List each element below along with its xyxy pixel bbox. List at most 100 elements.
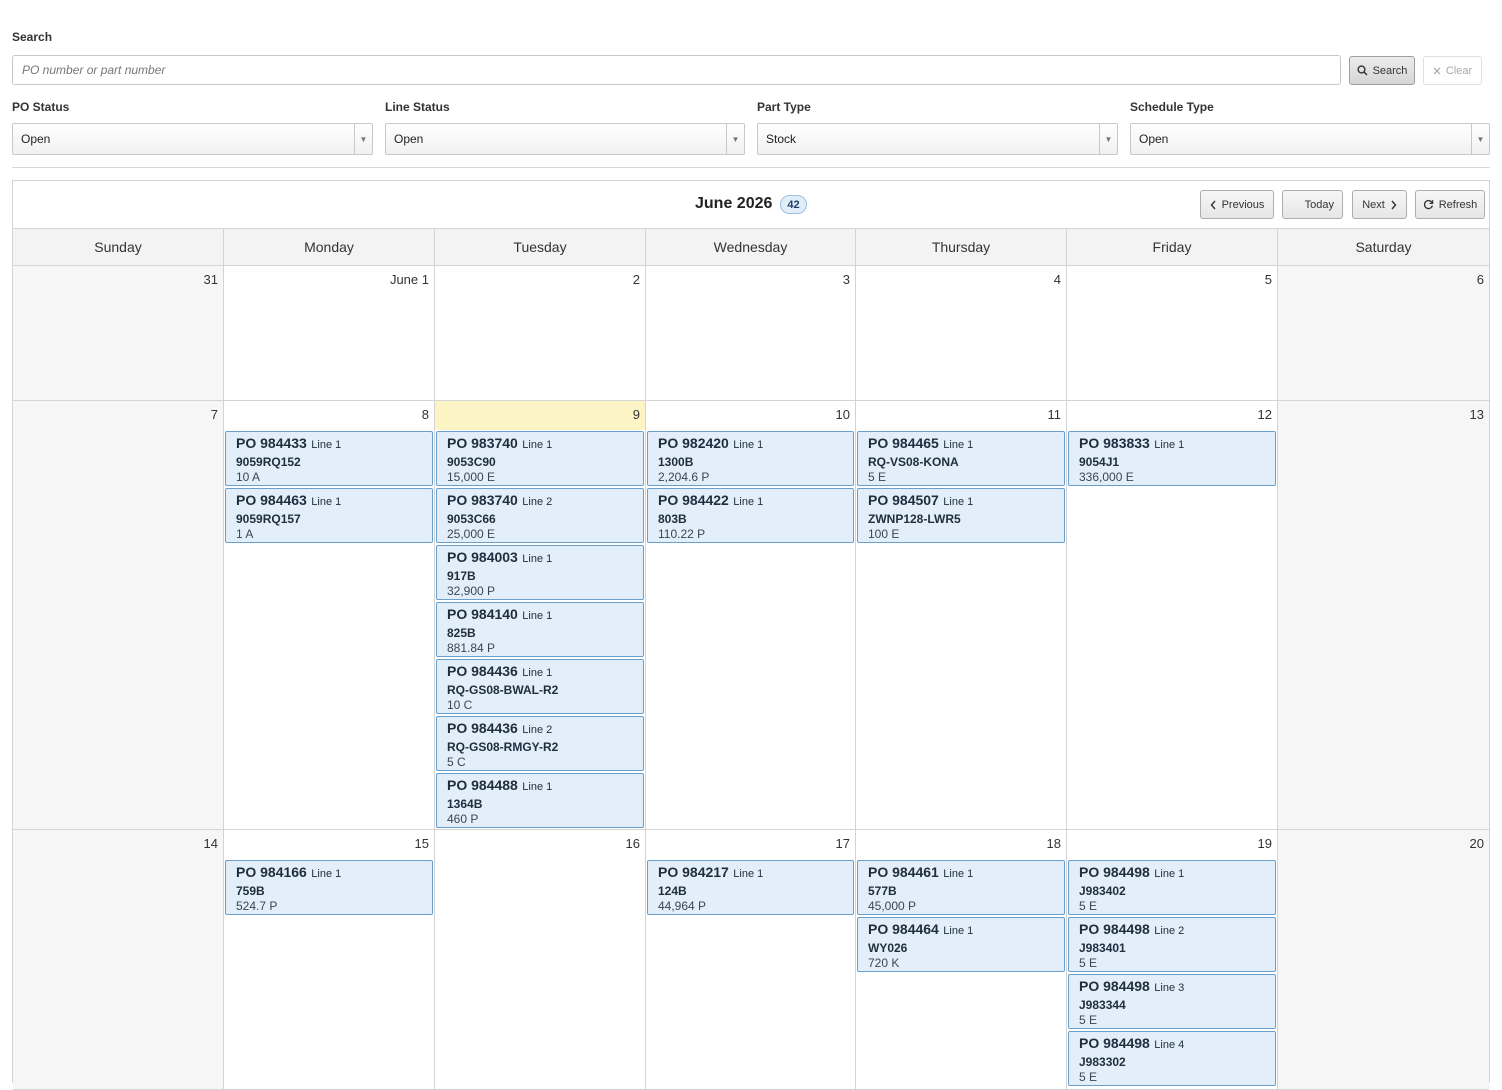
- po-event-card[interactable]: PO 982420 Line 1 1300B 2,204.6 P: [647, 431, 854, 486]
- po-status-select[interactable]: Open ▼: [12, 123, 373, 155]
- day-cell[interactable]: 18 PO 984461 Line 1 577B 45,000 P PO 984464 …: [856, 830, 1067, 1089]
- po-event-card[interactable]: PO 984465 Line 1 RQ-VS08-KONA 5 E: [857, 431, 1065, 486]
- day-number: 8: [421, 407, 429, 422]
- line-number: Line 1: [1154, 439, 1185, 451]
- quantity: 5 E: [868, 470, 887, 484]
- schedule-type-select[interactable]: Open ▼: [1130, 123, 1490, 155]
- day-cell[interactable]: 6: [1278, 266, 1489, 400]
- search-input[interactable]: [12, 55, 1341, 85]
- po-event-card[interactable]: PO 984498 Line 1 J983402 5 E: [1068, 860, 1276, 915]
- search-button[interactable]: Search: [1349, 56, 1415, 85]
- po-number: PO 984436: [447, 663, 518, 679]
- quantity: 5 E: [1079, 1013, 1098, 1027]
- quantity: 15,000 E: [447, 470, 496, 484]
- po-event-card[interactable]: PO 984498 Line 2 J983401 5 E: [1068, 917, 1276, 972]
- po-number: PO 984003: [447, 549, 518, 565]
- event-title-row: PO 982420 Line 1: [658, 435, 843, 454]
- po-event-card[interactable]: PO 984488 Line 1 1364B 460 P: [436, 773, 644, 828]
- line-number: Line 1: [311, 439, 342, 451]
- po-event-card[interactable]: PO 984436 Line 2 RQ-GS08-RMGY-R2 5 C: [436, 716, 644, 771]
- clear-button[interactable]: Clear: [1423, 56, 1482, 85]
- quantity: 110.22 P: [658, 527, 706, 541]
- quantity: 25,000 E: [447, 527, 496, 541]
- line-number: Line 1: [733, 496, 764, 508]
- event-title-row: PO 984461 Line 1: [868, 864, 1054, 883]
- quantity: 10 A: [236, 470, 261, 484]
- day-number: 16: [625, 836, 640, 851]
- chevron-left-icon: [1210, 200, 1216, 209]
- po-number: PO 984464: [868, 921, 939, 937]
- po-number: PO 984498: [1079, 978, 1150, 994]
- po-number: PO 983833: [1079, 435, 1150, 451]
- day-cell[interactable]: June 1: [224, 266, 435, 400]
- event-title-row: PO 984507 Line 1: [868, 492, 1054, 511]
- weekday-header-friday: Friday: [1067, 229, 1278, 265]
- month-title: June 2026: [695, 195, 773, 212]
- refresh-button[interactable]: Refresh: [1415, 190, 1485, 219]
- quantity: 2,204.6 P: [658, 470, 710, 484]
- week-row: 31 June 1 2 3 4 5 6: [13, 266, 1489, 401]
- po-event-card[interactable]: PO 984464 Line 1 WY026 720 K: [857, 917, 1065, 972]
- day-cell[interactable]: 31: [13, 266, 224, 400]
- day-cell[interactable]: 11 PO 984465 Line 1 RQ-VS08-KONA 5 E PO 9845…: [856, 401, 1067, 829]
- po-event-card[interactable]: PO 983740 Line 2 9053C66 25,000 E: [436, 488, 644, 543]
- po-event-card[interactable]: PO 984461 Line 1 577B 45,000 P: [857, 860, 1065, 915]
- day-number: 20: [1469, 836, 1484, 851]
- quantity: 1 A: [236, 527, 254, 541]
- part-type-select[interactable]: Stock ▼: [757, 123, 1118, 155]
- day-cell[interactable]: 7: [13, 401, 224, 829]
- day-cell[interactable]: 8 PO 984433 Line 1 9059RQ152 10 A PO 984463 …: [224, 401, 435, 829]
- po-event-card[interactable]: PO 984433 Line 1 9059RQ152 10 A: [225, 431, 433, 486]
- po-event-card[interactable]: PO 984436 Line 1 RQ-GS08-BWAL-R2 10 C: [436, 659, 644, 714]
- line-status-select[interactable]: Open ▼: [385, 123, 745, 155]
- po-event-card[interactable]: PO 984463 Line 1 9059RQ157 1 A: [225, 488, 433, 543]
- day-number: 12: [1257, 407, 1272, 422]
- day-cell[interactable]: 2: [435, 266, 646, 400]
- event-title-row: PO 984465 Line 1: [868, 435, 1054, 454]
- previous-button[interactable]: Previous: [1200, 190, 1274, 219]
- po-event-card[interactable]: PO 984166 Line 1 759B 524.7 P: [225, 860, 433, 915]
- po-event-card[interactable]: PO 984003 Line 1 917B 32,900 P: [436, 545, 644, 600]
- event-title-row: PO 984422 Line 1: [658, 492, 843, 511]
- day-number: 15: [414, 836, 429, 851]
- next-button[interactable]: Next: [1352, 190, 1407, 219]
- day-cell[interactable]: 12 PO 983833 Line 1 9054J1 336,000 E: [1067, 401, 1278, 829]
- day-cell[interactable]: 15 PO 984166 Line 1 759B 524.7 P: [224, 830, 435, 1089]
- part-number: WY026: [868, 941, 908, 955]
- day-cell[interactable]: 4: [856, 266, 1067, 400]
- line-number: Line 1: [522, 439, 553, 451]
- po-event-card[interactable]: PO 984140 Line 1 825B 881.84 P: [436, 602, 644, 657]
- line-number: Line 1: [943, 496, 974, 508]
- po-number: PO 982420: [658, 435, 729, 451]
- po-event-card[interactable]: PO 983833 Line 1 9054J1 336,000 E: [1068, 431, 1276, 486]
- po-status-label: PO Status: [12, 100, 70, 114]
- day-cell[interactable]: 16: [435, 830, 646, 1089]
- day-number: 3: [842, 272, 850, 287]
- day-cell[interactable]: 13: [1278, 401, 1489, 829]
- po-number: PO 984433: [236, 435, 307, 451]
- part-number: 759B: [236, 884, 265, 898]
- day-cell[interactable]: 10 PO 982420 Line 1 1300B 2,204.6 P PO 98442…: [646, 401, 856, 829]
- day-cell[interactable]: 3: [646, 266, 856, 400]
- quantity: 460 P: [447, 812, 479, 826]
- today-button[interactable]: Today: [1282, 190, 1343, 219]
- day-cell[interactable]: 5: [1067, 266, 1278, 400]
- day-number: June 1: [389, 272, 429, 287]
- day-number: 10: [835, 407, 850, 422]
- day-number: 18: [1046, 836, 1061, 851]
- line-number: Line 1: [733, 439, 764, 451]
- search-icon: [1356, 65, 1368, 76]
- day-cell[interactable]: 14: [13, 830, 224, 1089]
- day-cell[interactable]: 20: [1278, 830, 1489, 1089]
- po-event-card[interactable]: PO 984217 Line 1 124B 44,964 P: [647, 860, 854, 915]
- po-event-card[interactable]: PO 984507 Line 1 ZWNP128-LWR5 100 E: [857, 488, 1065, 543]
- po-event-card[interactable]: PO 984422 Line 1 803B 110.22 P: [647, 488, 854, 543]
- po-event-card[interactable]: PO 983740 Line 1 9053C90 15,000 E: [436, 431, 644, 486]
- day-number: 17: [835, 836, 850, 851]
- day-cell[interactable]: 17 PO 984217 Line 1 124B 44,964 P: [646, 830, 856, 1089]
- day-cell[interactable]: 19 PO 984498 Line 1 J983402 5 E PO 984498 Li…: [1067, 830, 1278, 1089]
- po-event-card[interactable]: PO 984498 Line 4 J983302 5 E: [1068, 1031, 1276, 1086]
- po-event-card[interactable]: PO 984498 Line 3 J983344 5 E: [1068, 974, 1276, 1029]
- today-button-label: Today: [1304, 198, 1334, 211]
- day-cell[interactable]: 9 PO 983740 Line 1 9053C90 15,000 E PO 98374…: [435, 401, 646, 829]
